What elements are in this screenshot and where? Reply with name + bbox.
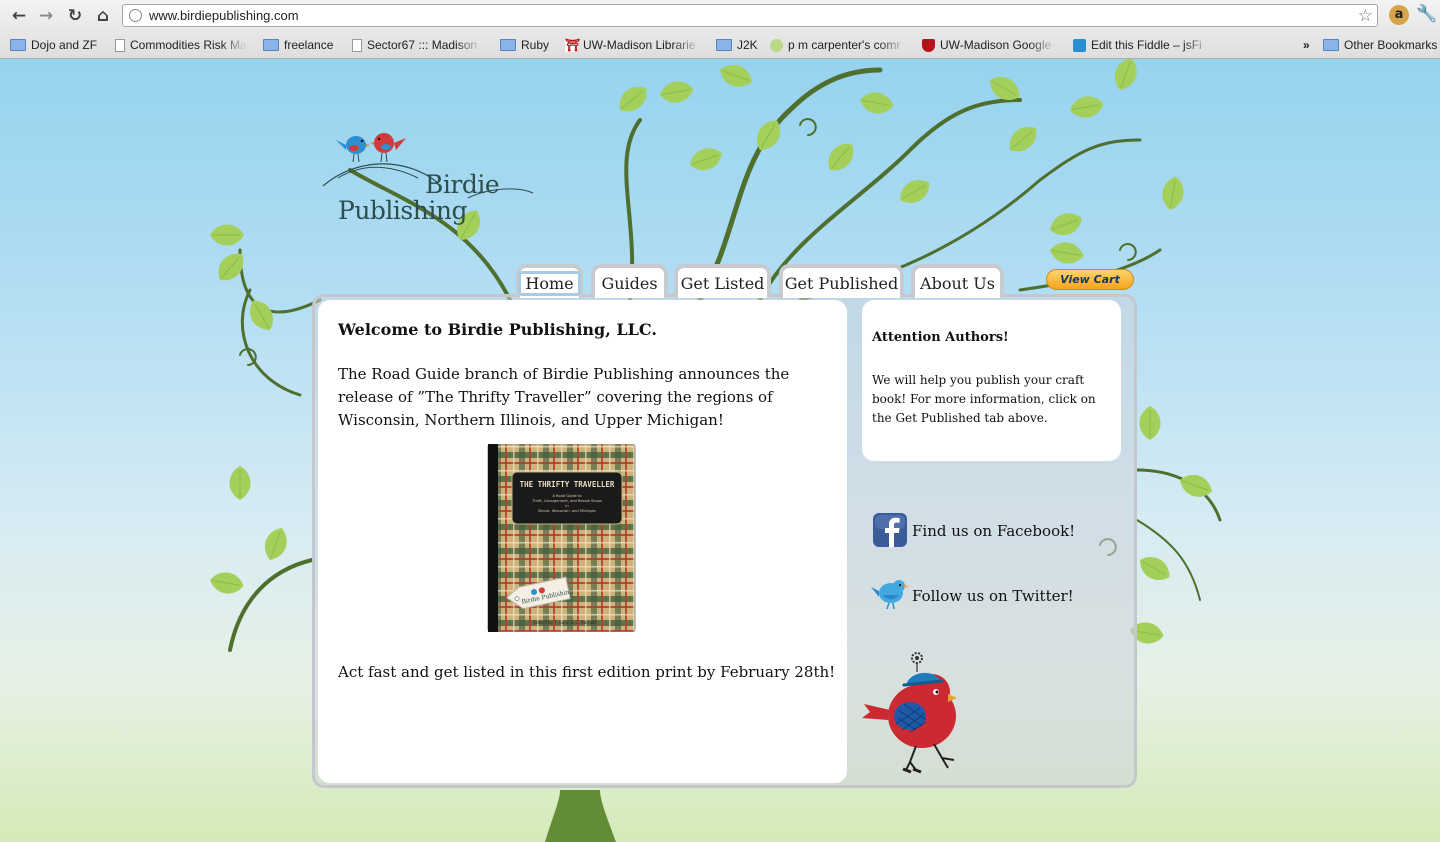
folder-icon [1323, 39, 1339, 51]
bookmark-item[interactable]: UW-Madison Google [922, 36, 1056, 54]
bookmark-label: Commodities Risk Ma [130, 38, 247, 52]
book-subtitle-line: in [565, 504, 568, 508]
book-title: THE THRIFTY TRAVELLER [520, 480, 615, 489]
browser-chrome: ← → ↻ ⌂ www.birdiepublishing.com ☆ a 🔧 D… [0, 0, 1440, 59]
twitter-link[interactable]: Follow us on Twitter! [912, 587, 1074, 605]
other-bookmarks[interactable]: Other Bookmarks [1323, 36, 1437, 54]
act-fast-text: Act fast and get listed in this first ed… [338, 663, 836, 681]
bookmark-star-icon[interactable]: ☆ [1358, 6, 1373, 26]
attention-body: We will help you publish your craft book… [872, 373, 1096, 425]
bookmark-label: p m carpenter's comr [788, 38, 901, 52]
red-bird-icon [370, 133, 406, 163]
red-bird-mascot-icon [862, 652, 957, 774]
chat-icon [770, 38, 783, 52]
bookmark-label: Dojo and ZF [31, 38, 98, 52]
tab-label: Guides [601, 273, 658, 293]
wrench-icon[interactable]: 🔧 [1416, 4, 1437, 24]
cloud-icon [1073, 38, 1086, 52]
attention-authors-panel: Attention Authors! We will help you publ… [862, 300, 1121, 461]
bookmark-label: UW-Madison Librarie [583, 38, 696, 52]
folder-icon [500, 39, 516, 51]
url-text: www.birdiepublishing.com [149, 8, 299, 23]
bookmark-item[interactable]: Ruby [500, 36, 549, 54]
folder-icon [716, 39, 732, 51]
bookmark-label: J2K [737, 38, 758, 52]
globe-icon [129, 9, 142, 22]
bookmark-label: Ruby [521, 38, 550, 52]
reload-icon[interactable]: ↻ [64, 5, 86, 27]
tab-home[interactable]: Home [516, 264, 583, 298]
twitter-bird-icon[interactable] [869, 577, 911, 611]
page-icon [352, 38, 362, 52]
bookmark-label: UW-Madison Google [940, 38, 1052, 52]
bookmark-label: freelance [284, 38, 334, 52]
bookmark-item[interactable]: p m carpenter's comr [770, 36, 906, 54]
view-cart-button[interactable]: View Cart [1046, 269, 1134, 290]
bookmarks-bar: Dojo and ZF Commodities Risk Ma freelanc… [0, 34, 1440, 56]
forward-icon[interactable]: → [35, 5, 57, 27]
page-icon [115, 38, 125, 52]
overflow-label: » [1303, 38, 1310, 52]
back-icon[interactable]: ← [8, 5, 30, 27]
book-subtitle-line: Thrift, Consignment, and Resale Shops [531, 499, 602, 503]
folder-icon [10, 39, 26, 51]
bookmark-label: Edit this Fiddle – jsFi [1091, 38, 1202, 52]
tab-about-us[interactable]: About Us [911, 264, 1004, 298]
bookmarks-overflow-button[interactable]: » [1303, 36, 1310, 54]
uw-crest-icon [922, 38, 935, 52]
facebook-icon[interactable] [873, 513, 907, 547]
tab-get-published[interactable]: Get Published [779, 264, 904, 298]
amazon-extension-icon[interactable]: a [1389, 5, 1409, 25]
logo-birdie-text: Birdie [425, 170, 500, 199]
folder-icon [263, 39, 279, 51]
bookmark-item[interactable]: freelance [263, 36, 333, 54]
bookmark-item[interactable]: Commodities Risk Ma [115, 36, 247, 54]
attention-title: Attention Authors! [872, 330, 1009, 345]
facebook-link[interactable]: Find us on Facebook! [912, 522, 1075, 540]
tab-label: Home [518, 270, 581, 296]
book-subtitle-line: A Road Guide to [552, 494, 581, 498]
announcement-text: The Road Guide branch of Birdie Publishi… [338, 365, 790, 429]
blue-bird-icon [336, 136, 370, 163]
bookmark-item[interactable]: ⛩ UW-Madison Librarie [565, 36, 700, 54]
uw-libraries-icon: ⛩ [565, 37, 581, 52]
thrifty-traveller-book-cover[interactable]: THE THRIFTY TRAVELLER A Road Guide to Th… [487, 444, 636, 632]
book-subtitle-line: Illinois, Wisconsin, and Michigan [538, 509, 596, 513]
main-panel: Welcome to Birdie Publishing, LLC. The R… [318, 300, 847, 783]
tab-get-listed[interactable]: Get Listed [674, 264, 771, 298]
page-title: Welcome to Birdie Publishing, LLC. [338, 320, 657, 339]
tab-label: About Us [920, 273, 995, 293]
bookmark-item[interactable]: J2K [716, 36, 758, 54]
bookmark-label: Sector67 ::: Madison [367, 38, 478, 52]
logo-publishing-text: Publishing [338, 196, 467, 225]
tab-label: Get Listed [680, 273, 765, 293]
tab-label: Get Published [784, 273, 899, 293]
bookmark-item[interactable]: Edit this Fiddle – jsFi [1073, 36, 1211, 54]
bookmark-item[interactable]: Sector67 ::: Madison [352, 36, 482, 54]
address-bar[interactable]: www.birdiepublishing.com ☆ [122, 4, 1378, 27]
home-icon[interactable]: ⌂ [92, 5, 114, 27]
bookmark-item[interactable]: Dojo and ZF [10, 36, 97, 54]
other-bookmarks-label: Other Bookmarks [1344, 38, 1438, 52]
book-authors: Edited by T. Lunn & C. Barnett [533, 620, 597, 625]
tab-guides[interactable]: Guides [591, 264, 668, 298]
